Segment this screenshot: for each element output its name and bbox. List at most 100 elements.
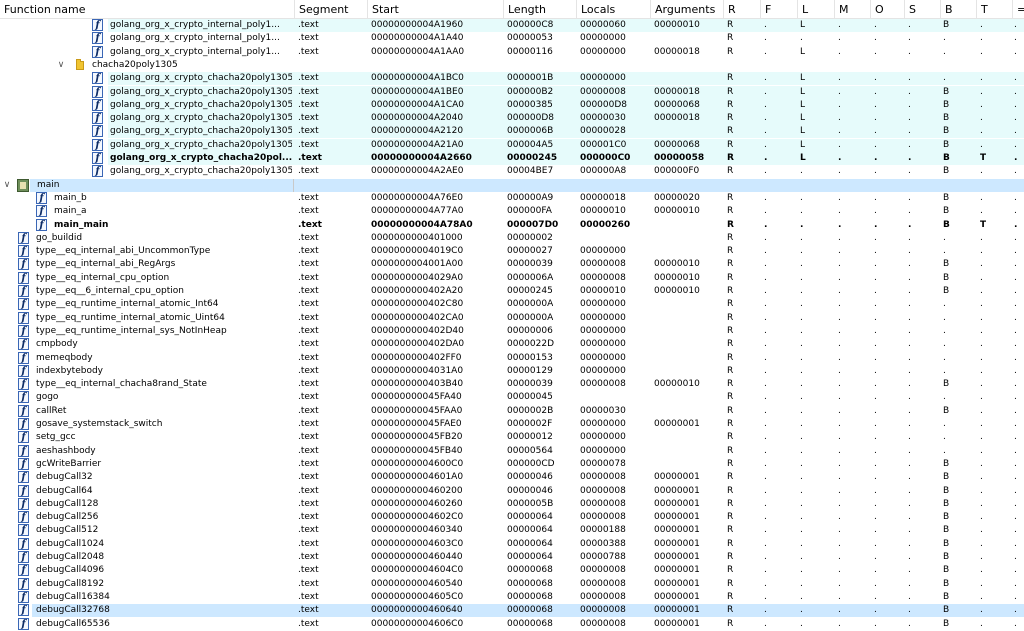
- column-header-function-name[interactable]: Function name: [0, 0, 294, 19]
- table-row[interactable]: f debugCall32 .text 00000000004601A0 0000004…: [0, 471, 1024, 484]
- table-row[interactable]: f golang_org_x_crypto_chacha20pol... .text…: [0, 152, 1024, 165]
- flag-t-cell: .: [980, 206, 983, 217]
- table-row[interactable]: f main_b .text 00000000004A76E0 000000A9 0000…: [0, 191, 1024, 205]
- locals-cell: 00000008: [580, 272, 626, 283]
- flag-r-cell: R: [727, 591, 734, 602]
- flag-t-cell: .: [980, 113, 983, 124]
- flag-b-cell: .: [943, 246, 946, 257]
- column-header-m[interactable]: M: [834, 0, 870, 19]
- locals-cell: 00000008: [580, 498, 626, 509]
- column-header-t[interactable]: T: [976, 0, 1012, 19]
- function-name: memeqbody: [36, 352, 93, 363]
- flag-l-cell: .: [800, 512, 803, 523]
- flag-b-cell: B: [943, 126, 950, 137]
- flag-o-cell: .: [874, 392, 877, 403]
- table-row[interactable]: f type__eq_internal_abi_UncommonType .text…: [0, 245, 1024, 258]
- table-row[interactable]: f golang_org_x_crypto_chacha20poly1305...…: [0, 165, 1024, 178]
- column-header-l[interactable]: L: [797, 0, 834, 19]
- locals-cell: 000000A8: [580, 166, 627, 177]
- chevron-down-icon[interactable]: ∨: [56, 59, 66, 72]
- table-row[interactable]: f main_a .text 00000000004A77A0 000000FA 0000…: [0, 205, 1024, 218]
- flag-l-cell: .: [800, 392, 803, 403]
- table-row[interactable]: f debugCall256 .text 00000000004602C0 000000…: [0, 511, 1024, 524]
- segment-cell: .text: [298, 578, 319, 589]
- table-row[interactable]: f indexbytebody .text 00000000004031A0 00000…: [0, 364, 1024, 378]
- table-row[interactable]: f debugCall4096 .text 00000000004604C0 00000…: [0, 564, 1024, 577]
- table-row[interactable]: f debugCall16384 .text 00000000004605C0 0000…: [0, 590, 1024, 604]
- table-row[interactable]: f cmpbody .text 0000000000402DA0 0000022D 000…: [0, 338, 1024, 351]
- flag-b-cell: B: [943, 272, 950, 283]
- arguments-cell: 00000001: [654, 498, 700, 509]
- locals-cell: 00000000: [580, 419, 626, 429]
- table-row[interactable]: f aeshashbody .text 000000000045FB40 0000056…: [0, 444, 1024, 458]
- length-cell: 0000005B: [507, 498, 554, 509]
- table-row[interactable]: f type__eq__6_internal_cpu_option .text 000…: [0, 285, 1024, 298]
- table-row[interactable]: f golang_org_x_crypto_chacha20poly1305...…: [0, 98, 1024, 112]
- table-row[interactable]: f callRet .text 000000000045FAA0 0000002B 000…: [0, 404, 1024, 418]
- table-row[interactable]: f type__eq_internal_abi_RegArgs .text 00000…: [0, 258, 1024, 271]
- table-row[interactable]: f type__eq_runtime_internal_atomic_Uint64…: [0, 311, 1024, 325]
- column-header-eq[interactable]: =: [1012, 0, 1024, 19]
- length-cell: 00000245: [507, 286, 553, 296]
- module-row[interactable]: ∨ main: [0, 178, 1024, 192]
- start-cell: 0000000000402DA0: [371, 339, 465, 350]
- table-row[interactable]: f gogo .text 000000000045FA40 00000045 R.....…: [0, 391, 1024, 404]
- column-header-s[interactable]: S: [904, 0, 940, 19]
- column-divider: [293, 178, 294, 192]
- flag-t-cell: .: [980, 286, 983, 296]
- table-row[interactable]: f debugCall1024 .text 00000000004603C0 00000…: [0, 537, 1024, 551]
- table-row[interactable]: f golang_org_x_crypto_chacha20poly1305...…: [0, 138, 1024, 152]
- segment-cell: .text: [298, 33, 319, 44]
- table-row[interactable]: f debugCall8192 .text 0000000000460540 00000…: [0, 577, 1024, 591]
- table-row[interactable]: f debugCall65536 .text 00000000004606C0 0000…: [0, 617, 1024, 631]
- column-header-r[interactable]: R: [723, 0, 760, 19]
- flag-t-cell: .: [980, 498, 983, 509]
- table-row[interactable]: f type__eq_internal_cpu_option .text 000000…: [0, 271, 1024, 285]
- table-row[interactable]: f memeqbody .text 0000000000402FF0 00000153 0…: [0, 351, 1024, 365]
- column-header-o[interactable]: O: [870, 0, 904, 19]
- flag-m-cell: .: [838, 192, 841, 203]
- column-header-f[interactable]: F: [760, 0, 797, 19]
- table-row[interactable]: f type__eq_runtime_internal_sys_NotInHeap…: [0, 324, 1024, 338]
- folder-row[interactable]: ∨ chacha20poly1305: [0, 58, 1024, 72]
- table-row[interactable]: f golang_org_x_crypto_internal_poly1... .t…: [0, 45, 1024, 59]
- table-row[interactable]: f golang_org_x_crypto_chacha20poly1305...…: [0, 125, 1024, 139]
- column-header-start[interactable]: Start: [367, 0, 503, 19]
- table-row[interactable]: f debugCall64 .text 0000000000460200 0000004…: [0, 484, 1024, 498]
- flag-f-cell: .: [764, 192, 767, 203]
- locals-cell: 00000008: [580, 591, 626, 602]
- column-header-arguments[interactable]: Arguments: [650, 0, 723, 19]
- flag-o-cell: .: [874, 126, 877, 137]
- flag-m-cell: .: [838, 392, 841, 403]
- table-row[interactable]: f gcWriteBarrier .text 00000000004600C0 0000…: [0, 457, 1024, 471]
- table-row[interactable]: f debugCall512 .text 0000000000460340 000000…: [0, 524, 1024, 537]
- table-row[interactable]: f type__eq_internal_chacha8rand_State .tex…: [0, 378, 1024, 391]
- function-icon: f: [18, 271, 29, 284]
- table-row[interactable]: f gosave_systemstack_switch .text 000000000…: [0, 418, 1024, 431]
- column-header-b[interactable]: B: [940, 0, 976, 19]
- flag-f-cell: .: [764, 605, 767, 616]
- segment-cell: .text: [298, 272, 319, 283]
- table-row[interactable]: f type__eq_runtime_internal_atomic_Int64.…: [0, 298, 1024, 311]
- table-row[interactable]: f debugCall128 .text 0000000000460260 000000…: [0, 497, 1024, 511]
- table-row[interactable]: f golang_org_x_crypto_chacha20poly1305...…: [0, 85, 1024, 99]
- column-header-segment[interactable]: Segment: [294, 0, 367, 19]
- flag-e-cell: .: [1014, 192, 1017, 203]
- table-row[interactable]: f go_buildid .text 0000000000401000 00000002…: [0, 231, 1024, 245]
- table-row[interactable]: f main_main .text 00000000004A78A0 000007D0 0…: [0, 218, 1024, 232]
- table-row[interactable]: f golang_org_x_crypto_internal_poly1... .t…: [0, 19, 1024, 32]
- flag-l-cell: .: [800, 618, 803, 629]
- table-row[interactable]: f setg_gcc .text 000000000045FB20 00000012 00…: [0, 431, 1024, 444]
- column-header-length[interactable]: Length: [503, 0, 576, 19]
- length-cell: 00000064: [507, 538, 553, 549]
- table-row[interactable]: f golang_org_x_crypto_internal_poly1... .t…: [0, 32, 1024, 45]
- column-header-locals[interactable]: Locals: [576, 0, 650, 19]
- segment-cell: .text: [298, 419, 319, 429]
- table-row[interactable]: f debugCall2048 .text 0000000000460440 00000…: [0, 551, 1024, 564]
- table-row[interactable]: f golang_org_x_crypto_chacha20poly1305...…: [0, 72, 1024, 86]
- flag-s-cell: .: [908, 219, 912, 230]
- table-row[interactable]: f debugCall32768 .text 0000000000460640 0000…: [0, 604, 1024, 618]
- table-row[interactable]: f golang_org_x_crypto_chacha20poly1305...…: [0, 112, 1024, 126]
- chevron-down-icon[interactable]: ∨: [2, 179, 12, 192]
- flag-f-cell: .: [764, 153, 768, 163]
